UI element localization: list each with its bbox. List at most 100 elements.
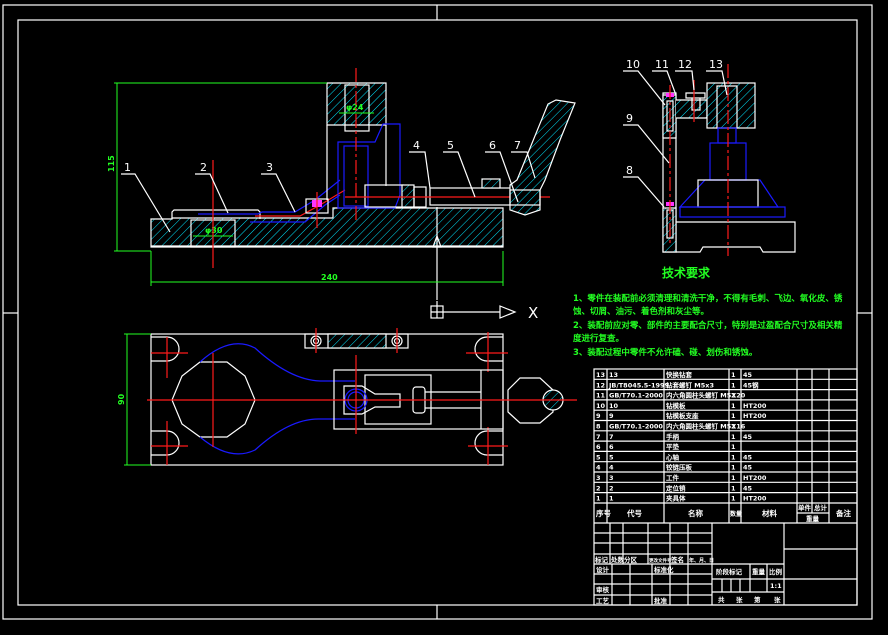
svg-text:6: 6 (489, 139, 496, 152)
cell-code: 6 (609, 443, 614, 451)
tech-title: 技术要求 (662, 265, 711, 280)
svg-text:7: 7 (514, 139, 521, 152)
dimension-90: 90 (117, 333, 151, 466)
cell-code: 13 (609, 371, 618, 379)
cell-code: 4 (609, 464, 614, 472)
svg-text:蚀、切屑、油污、着色剂和灰尘等。: 蚀、切屑、油污、着色剂和灰尘等。 (572, 306, 709, 317)
svg-text:签名: 签名 (670, 555, 684, 564)
slot-bottom-right (468, 427, 508, 465)
svg-text:重量: 重量 (806, 514, 820, 523)
svg-text:比例: 比例 (769, 567, 783, 576)
svg-text:X: X (528, 304, 538, 322)
svg-text:8: 8 (626, 164, 633, 177)
parts-list-row: 5 5 心轴 1 45 (594, 450, 857, 461)
cell-code: 1 (609, 495, 614, 503)
cell-no: 1 (596, 495, 601, 503)
svg-text:90: 90 (117, 393, 126, 405)
side-view: 10 11 12 13 9 8 (623, 58, 796, 256)
cell-qty: 1 (731, 381, 736, 389)
svg-text:标准化: 标准化 (653, 565, 674, 574)
svg-text:备注: 备注 (835, 508, 851, 518)
svg-text:序号: 序号 (596, 508, 611, 518)
parts-list-row: 3 3 工件 1 HT200 (594, 471, 857, 482)
svg-text:审核: 审核 (596, 585, 610, 594)
svg-text:115: 115 (107, 155, 116, 172)
svg-text:4: 4 (413, 139, 420, 152)
cell-no: 3 (596, 474, 601, 482)
parts-list-row: 9 9 钻模板支座 1 HT200 (594, 409, 857, 420)
svg-text:1: 1 (124, 161, 131, 174)
cell-code: GB/T70.1-2000 (609, 392, 663, 400)
parts-list-row: 8 GB/T70.1-2000 内六角圆柱头螺钉 M5X162 (594, 419, 857, 431)
cell-code: 7 (609, 433, 614, 441)
svg-text:处数: 处数 (610, 555, 625, 564)
cell-name: 快换钻套 (666, 370, 693, 379)
svg-text:工艺: 工艺 (596, 596, 610, 605)
cell-name: 手柄 (666, 432, 680, 441)
parts-list-row: 1 1 夹具体 1 HT200 (594, 492, 857, 503)
cell-name: 铰链压板 (665, 463, 693, 472)
top-view: 90 X (117, 301, 577, 466)
svg-text:12: 12 (678, 58, 692, 71)
slot-bottom-left (151, 421, 188, 465)
cell-code: 10 (609, 402, 619, 410)
svg-text:1、零件在装配前必须清理和清洗干净，不得有毛刺、飞边、氧化皮: 1、零件在装配前必须清理和清洗干净，不得有毛刺、飞边、氧化皮、锈 (573, 293, 843, 304)
cell-no: 4 (596, 464, 601, 472)
svg-text:度进行复查。: 度进行复查。 (573, 333, 624, 344)
svg-text:10: 10 (626, 58, 640, 71)
handle (509, 99, 576, 216)
cell-code: 9 (609, 412, 614, 420)
cell-material: HT200 (743, 495, 767, 503)
svg-text:张: 张 (774, 595, 781, 604)
svg-text:2: 2 (200, 161, 207, 174)
svg-text:11: 11 (655, 58, 669, 71)
svg-text:数量: 数量 (730, 510, 742, 518)
parts-list-row: 7 7 手柄 1 45 (594, 430, 857, 441)
cell-material: HT200 (743, 412, 767, 420)
cell-qty: 1 (731, 443, 736, 451)
svg-text:3: 3 (266, 161, 273, 174)
cell-material: 45 (743, 464, 753, 472)
cell-material: 45钢 (743, 380, 759, 389)
svg-text:标记: 标记 (594, 555, 609, 564)
parts-list-row: 11 GB/T70.1-2000 内六角圆柱头螺钉 M5X202 (594, 389, 857, 400)
parts-list-row: 6 6 平垫 1 (594, 440, 857, 451)
svg-text:设计: 设计 (596, 565, 610, 574)
cell-name: 定位销 (665, 483, 686, 492)
cell-material: 45 (743, 484, 753, 492)
svg-text:批准: 批准 (654, 596, 668, 605)
view-direction-arrow: X (430, 301, 538, 322)
cell-name: 工件 (666, 473, 680, 482)
cell-material: HT200 (743, 474, 767, 482)
cell-code: JB/T8045.5-1999 (608, 381, 670, 389)
cell-qty: 1 (731, 484, 736, 492)
slot-top-right (466, 332, 508, 372)
cell-name: 夹具体 (666, 494, 686, 503)
svg-text:5: 5 (447, 139, 454, 152)
title-block: 标记 处数 分区 更改文件号 签名 年、月、日 设计 标准化 审核 工艺 批准 … (594, 523, 857, 605)
cell-material: HT200 (743, 402, 767, 410)
cell-name: 钻模板 (666, 401, 686, 410)
parts-list-row: 10 10 钻模板 1 HT200 (594, 399, 857, 410)
dim-bore-pin: φ30 (205, 226, 223, 235)
cell-name: 钻模板支座 (666, 411, 699, 420)
parts-list-row: 4 4 铰链压板 1 45 (594, 461, 857, 472)
svg-text:张: 张 (736, 595, 743, 604)
scale-value: 1:1 (770, 582, 782, 590)
cell-material: 45 (743, 371, 753, 379)
cell-qty: 1 (731, 464, 736, 472)
svg-text:3、装配过程中零件不允许磕、碰、划伤和锈蚀。: 3、装配过程中零件不允许磕、碰、划伤和锈蚀。 (573, 347, 757, 358)
svg-text:阶段标记: 阶段标记 (716, 567, 743, 576)
cell-qty: 1 (731, 412, 736, 420)
cad-drawing: φ24 115 240 φ30 1 2 3 4 5 6 7 10 11 12 1… (2, 4, 873, 620)
dim-bore-bush: φ24 (346, 103, 364, 112)
svg-text:材料: 材料 (762, 508, 777, 518)
cell-no: 9 (596, 412, 601, 420)
svg-text:年、月、日: 年、月、日 (689, 557, 714, 564)
tech-requirements: 技术要求 1、零件在装配前必须清理和清洗干净，不得有毛刺、飞边、氧化皮、锈 蚀、… (572, 265, 843, 358)
cell-code: 3 (609, 474, 614, 482)
slot-top-left (151, 336, 188, 378)
cell-no: 10 (596, 402, 606, 410)
cell-no: 5 (596, 453, 601, 461)
cell-qty: 2 (731, 423, 736, 431)
